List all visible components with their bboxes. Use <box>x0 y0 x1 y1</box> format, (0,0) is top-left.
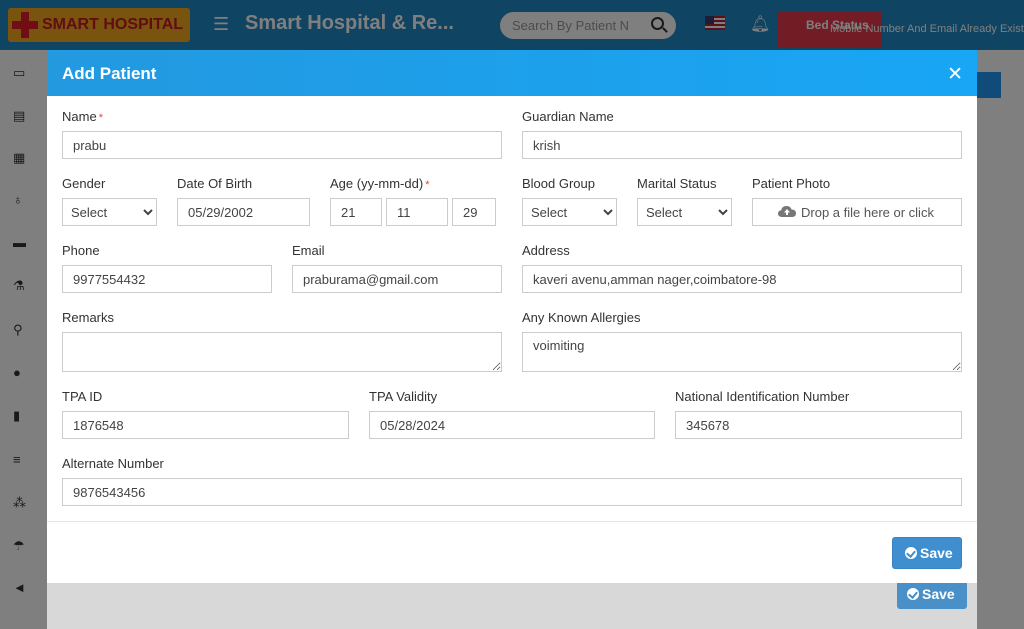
age-months-field[interactable] <box>386 198 448 226</box>
email-field[interactable] <box>292 265 502 293</box>
modal-title: Add Patient <box>62 64 157 83</box>
name-label: Name * <box>62 109 103 124</box>
tpa-validity-field[interactable] <box>369 411 655 439</box>
close-icon[interactable]: ✕ <box>947 63 963 86</box>
alternate-number-field[interactable] <box>62 478 962 506</box>
age-days-field[interactable] <box>452 198 496 226</box>
photo-dropzone[interactable]: Drop a file here or click <box>752 198 962 226</box>
modal-divider <box>47 521 977 522</box>
remarks-field[interactable] <box>62 332 502 372</box>
allergies-label: Any Known Allergies <box>522 310 641 325</box>
dropzone-text: Drop a file here or click <box>801 205 934 220</box>
tpa-validity-label: TPA Validity <box>369 389 438 404</box>
age-years-field[interactable] <box>330 198 382 226</box>
alternate-number-label: Alternate Number <box>62 456 164 471</box>
blood-group-label: Blood Group <box>522 176 595 191</box>
save-button[interactable]: Save <box>892 537 962 569</box>
tpa-id-label: TPA ID <box>62 389 103 404</box>
background-save-label: Save <box>922 586 955 602</box>
date-of-birth-label: Date Of Birth <box>177 176 253 191</box>
address-label: Address <box>522 243 570 258</box>
age-label: Age (yy-mm-dd) * <box>330 176 430 191</box>
save-label: Save <box>920 545 953 561</box>
background-save-button: Save <box>897 580 967 609</box>
background-footer <box>47 583 977 629</box>
blood-group-select[interactable]: Select <box>522 198 617 226</box>
email-label: Email <box>292 243 325 258</box>
national-id-field[interactable] <box>675 411 962 439</box>
phone-field[interactable] <box>62 265 272 293</box>
cloud-upload-icon <box>778 206 796 217</box>
national-id-label: National Identification Number <box>675 389 850 404</box>
remarks-label: Remarks <box>62 310 115 325</box>
marital-status-label: Marital Status <box>637 176 717 191</box>
tpa-id-field[interactable] <box>62 411 349 439</box>
marital-status-select[interactable]: Select <box>637 198 732 226</box>
phone-label: Phone <box>62 243 100 258</box>
name-field[interactable] <box>62 131 502 159</box>
allergies-field[interactable]: voimiting <box>522 332 962 372</box>
add-patient-modal: Add Patient ✕ Name* Guardian Name Gender… <box>47 50 977 583</box>
check-circle-icon <box>905 547 917 559</box>
address-field[interactable] <box>522 265 962 293</box>
guardian-name-label: Guardian Name <box>522 109 614 124</box>
gender-select[interactable]: Select <box>62 198 157 226</box>
patient-photo-label: Patient Photo <box>752 176 831 191</box>
gender-label: Gender <box>62 176 106 191</box>
guardian-name-field[interactable] <box>522 131 962 159</box>
check-circle-icon <box>907 588 919 600</box>
date-of-birth-field[interactable] <box>177 198 310 226</box>
modal-header: Add Patient ✕ <box>47 50 977 96</box>
